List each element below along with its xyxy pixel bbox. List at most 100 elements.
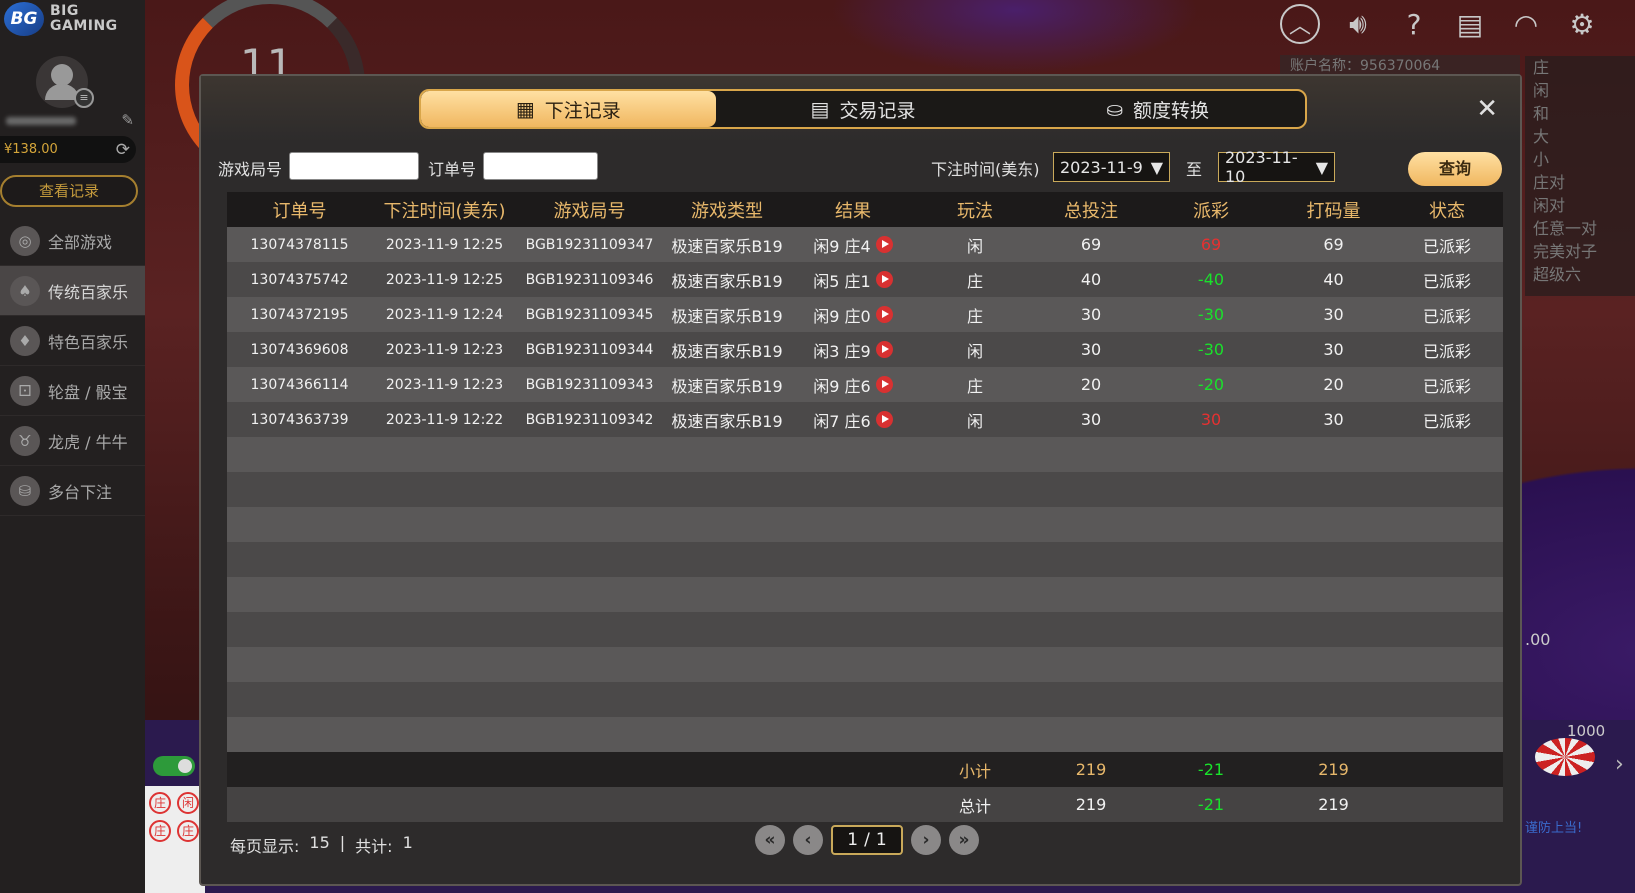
cell-text: 13074375742 (250, 271, 349, 288)
date-from-select[interactable]: 2023-11-9 ▼ (1053, 152, 1170, 182)
subtotal-row: 小计 219 -21 219 (227, 752, 1503, 787)
cell-status: 已派彩 (1391, 367, 1503, 402)
next-page-icon[interactable]: › (911, 825, 941, 855)
sidebar-item-5[interactable]: ⛁ 多台下注 (0, 466, 145, 516)
cell-text: BGB19231109344 (525, 341, 654, 358)
cell-status: 已派彩 (1391, 262, 1503, 297)
tab-2[interactable]: ⛀ 额度转换 (1010, 91, 1305, 127)
sidebar-item-label: 龙虎 / 牛牛 (48, 432, 128, 452)
avatar[interactable]: ≡ (36, 56, 94, 108)
close-icon[interactable]: ✕ (1476, 96, 1498, 122)
empty-row (227, 472, 1503, 507)
bet-type-item: 超级六 (1533, 265, 1582, 284)
first-page-icon[interactable]: « (755, 825, 785, 855)
cell-text: 30 (1080, 410, 1102, 429)
table-row: 13074366114 2023-11-9 12:23 BGB19231109343… (227, 367, 1503, 402)
cell-order: 13074372195 (227, 297, 372, 332)
cell-text: 闲9 庄4 (813, 236, 871, 256)
avatar-head (51, 64, 73, 86)
cell-round: BGB19231109347 (517, 227, 662, 262)
pencil-icon[interactable]: ✎ (121, 111, 134, 129)
sidebar-item-3[interactable]: ⚀ 轮盘 / 骰宝 (0, 366, 145, 416)
cell-text: 闲9 庄0 (813, 306, 871, 326)
tab-0[interactable]: ▦ 下注记录 (421, 91, 716, 127)
sidebar-item-4[interactable]: ♉ 龙虎 / 牛牛 (0, 416, 145, 466)
cell-order: 13074369608 (227, 332, 372, 367)
dialog-header: ▦ 下注记录 ▤ 交易记录 ⛀ 额度转换 ✕ (201, 76, 1520, 142)
cell-order: 13074363739 (227, 402, 372, 437)
speaker-icon[interactable]: 🔊︎ (1340, 6, 1376, 42)
sidebar-item-1[interactable]: ♠ 传统百家乐 (0, 266, 145, 316)
cell-text: 13074363739 (250, 411, 349, 428)
total-payout: -21 (1197, 795, 1225, 814)
column-header: 总投注 (1064, 200, 1118, 222)
view-records-button[interactable]: 查看记录 (0, 175, 138, 207)
play-icon (875, 341, 893, 358)
clipboard-icon: ▤ (810, 97, 830, 121)
road-bead: 闲 (177, 792, 199, 814)
gear-icon[interactable]: ⚙ (1564, 6, 1600, 42)
document-icon[interactable]: ▤ (1452, 6, 1488, 42)
round-input[interactable] (289, 152, 419, 180)
total-row: 总计 219 -21 219 (227, 787, 1503, 822)
date-to-select[interactable]: 2023-11-10 ▼ (1218, 148, 1335, 186)
cell-game: 极速百家乐B19 (662, 402, 792, 437)
empty-row (227, 507, 1503, 542)
cell-text: 13074366114 (250, 376, 349, 393)
column-header: 派彩 (1193, 200, 1229, 222)
cell-text: 30 (1080, 305, 1102, 324)
table-row: 13074369608 2023-11-9 12:23 BGB19231109344… (227, 332, 1503, 367)
tab-1[interactable]: ▤ 交易记录 (716, 91, 1011, 127)
cell-turnover: 30 (1276, 297, 1391, 332)
query-button[interactable]: 查询 (1408, 152, 1502, 186)
sidebar-item-0[interactable]: ◎ 全部游戏 (0, 216, 145, 266)
page-input[interactable]: 1 / 1 (831, 825, 903, 855)
cell-text: 极速百家乐B19 (671, 306, 783, 326)
column-header: 下注时间(美东) (383, 200, 506, 222)
cell-text: 已派彩 (1422, 306, 1471, 326)
order-input[interactable] (483, 152, 598, 180)
cell-payout: -20 (1146, 367, 1276, 402)
cell-time: 2023-11-9 12:23 (372, 367, 517, 402)
help-icon[interactable]: ? (1396, 6, 1432, 42)
username-blurred (6, 117, 76, 125)
cell-turnover: 40 (1276, 262, 1391, 297)
cell-time: 2023-11-9 12:22 (372, 402, 517, 437)
bet-type-item: 大 (1533, 127, 1550, 146)
cell-result: 闲3 庄9 (792, 332, 914, 367)
cell-play: 闲 (914, 402, 1036, 437)
sidebar-item-label: 多台下注 (48, 482, 113, 502)
total-label: 总计 (958, 796, 991, 816)
cell-round: BGB19231109343 (517, 367, 662, 402)
cell-play: 闲 (914, 227, 1036, 262)
prev-page-icon[interactable]: ‹ (793, 825, 823, 855)
cell-status: 已派彩 (1391, 402, 1503, 437)
chevron-right-icon[interactable]: › (1615, 752, 1624, 777)
cell-text: 极速百家乐B19 (671, 271, 783, 291)
chevron-up-icon[interactable]: ︿ (1280, 4, 1320, 44)
cell-text: BGB19231109345 (525, 306, 654, 323)
cell-bet: 69 (1036, 227, 1146, 262)
road-bead: 庄 (177, 820, 199, 842)
road-toggle[interactable] (153, 756, 195, 776)
menu-icon[interactable]: ≡ (74, 88, 94, 108)
tab-label: 下注记录 (544, 99, 621, 122)
cell-round: BGB19231109342 (517, 402, 662, 437)
last-page-icon[interactable]: » (949, 825, 979, 855)
cell-text: -30 (1197, 340, 1225, 359)
sidebar-item-2[interactable]: ♦ 特色百家乐 (0, 316, 145, 366)
refresh-icon[interactable]: ⟳ (116, 140, 130, 160)
cell-payout: -40 (1146, 262, 1276, 297)
sidebar: BG BIG GAMING ≡ ✎ ¥138.00 ⟳ 查看记录 ◎ 全部游戏 ♠ 传… (0, 0, 145, 893)
column-header: 结果 (835, 200, 871, 222)
chip-icon[interactable] (1535, 738, 1595, 776)
bet-type-item: 庄 (1533, 58, 1550, 77)
cell-text: 庄 (966, 306, 983, 326)
order-label: 订单号 (428, 160, 477, 179)
to-label: 至 (1186, 160, 1203, 179)
empty-row (227, 437, 1503, 472)
wifi-icon[interactable]: ◠ (1508, 6, 1544, 42)
column-header: 打码量 (1306, 200, 1361, 222)
cell-text: 2023-11-9 12:25 (385, 236, 504, 253)
brand-logo: BG BIG GAMING (4, 2, 118, 36)
